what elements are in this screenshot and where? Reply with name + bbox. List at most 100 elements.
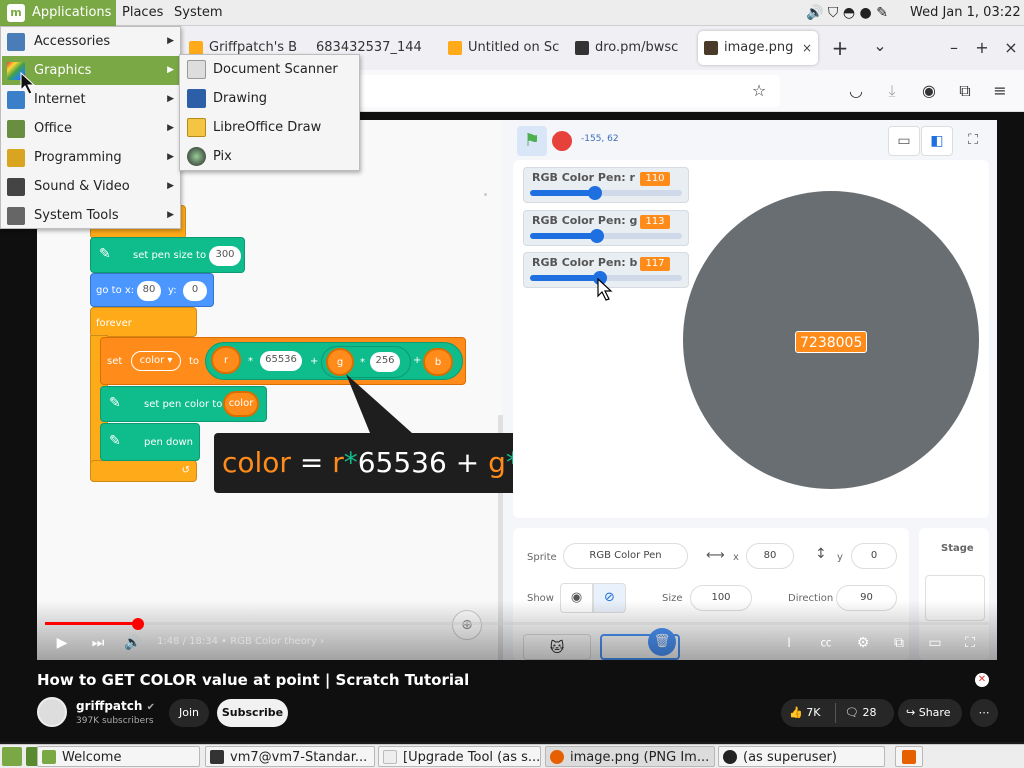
settings-gear-icon[interactable]: ⚙ <box>851 631 875 655</box>
menu-item-programming[interactable]: Programming ▶ <box>2 143 180 172</box>
shield-icon[interactable]: ⛉ <box>828 5 839 21</box>
menu-item-system-tools[interactable]: System Tools ▶ <box>2 201 180 230</box>
like-button[interactable]: 👍 7K <box>789 699 820 727</box>
menu-item-label: LibreOffice Draw <box>213 120 322 135</box>
browser-tab-active[interactable]: image.png × <box>698 31 818 65</box>
applications-menu-button[interactable]: m Applications <box>0 0 116 26</box>
sprite-name-field[interactable]: RGB Color Pen <box>563 543 688 569</box>
menu-item-accessories[interactable]: Accessories ▶ <box>2 27 180 56</box>
stop-icon[interactable] <box>552 131 572 151</box>
large-stage-icon[interactable]: ◧ <box>921 126 953 156</box>
verified-icon: ✔ <box>146 702 155 713</box>
fullscreen-stage-icon[interactable]: ⛶ <box>957 126 989 156</box>
submenu-arrow-icon: ▶ <box>167 94 174 104</box>
code-scroll-dot <box>484 193 487 196</box>
y-field[interactable]: 0 <box>851 543 897 569</box>
block-label: set <box>107 356 123 367</box>
account-icon[interactable]: ◉ <box>917 79 941 103</box>
places-menu[interactable]: Places <box>116 0 169 26</box>
small-stage-icon[interactable]: ▭ <box>888 126 920 156</box>
share-label: Share <box>918 706 951 719</box>
submenu-arrow-icon: ▶ <box>167 36 174 46</box>
play-icon[interactable]: ▶ <box>50 631 74 655</box>
time-display[interactable]: 1:48 / 18:34 • RGB Color theory › <box>157 636 324 647</box>
more-actions-button[interactable]: ⋯ <box>970 699 998 727</box>
show-desktop-icon[interactable] <box>2 747 22 766</box>
submenu-item-libreoffice-draw[interactable]: LibreOffice Draw <box>181 113 359 142</box>
fullscreen-icon[interactable]: ⛶ <box>958 631 982 655</box>
pen-icon: ✎ <box>109 433 121 449</box>
subscribe-button[interactable]: Subscribe <box>217 699 288 727</box>
green-flag-icon[interactable]: ⚑ <box>517 126 547 156</box>
share-button[interactable]: ↪ Share <box>898 699 962 727</box>
submenu-item-drawing[interactable]: Drawing <box>181 84 359 113</box>
x-label: x <box>733 552 739 563</box>
steam-icon[interactable]: ● <box>860 5 872 21</box>
taskbar-item-superuser[interactable]: (as superuser) <box>718 746 885 767</box>
y-label: y <box>837 552 843 563</box>
maximize-button[interactable]: + <box>970 36 994 60</box>
slider-knob[interactable] <box>589 229 604 243</box>
browser-tab[interactable]: dro.pm/bwsc <box>569 31 687 65</box>
volume-icon[interactable]: 🔊 <box>121 631 145 655</box>
monitor-slider[interactable] <box>530 229 682 243</box>
monitor-slider[interactable] <box>530 186 682 200</box>
taskbar-item-firefox[interactable]: image.png (PNG Im... <box>545 746 715 767</box>
x-field[interactable]: 80 <box>746 543 794 569</box>
clock[interactable]: Wed Jan 1, 03:22 <box>910 0 1021 26</box>
tray-area: 🔊 ⛉ ◓ ● ✎ <box>806 4 904 22</box>
comments-button[interactable]: 🗨 28 <box>845 699 876 727</box>
menu-item-office[interactable]: Office ▶ <box>2 114 180 143</box>
channel-name-text: griffpatch <box>76 699 143 713</box>
mouse-coords: -155, 62 <box>581 134 619 144</box>
channel-avatar[interactable] <box>37 697 67 727</box>
network-icon[interactable]: ◓ <box>843 5 855 21</box>
libreoffice-draw-icon <box>187 118 206 137</box>
menu-item-label: Sound & Video <box>34 179 130 194</box>
pocket-icon[interactable]: ◡ <box>844 79 868 103</box>
volume-icon[interactable]: 🔊 <box>806 5 823 21</box>
submenu-item-document-scanner[interactable]: Document Scanner <box>181 55 359 84</box>
tab-list-button[interactable]: ⌄ <box>868 34 892 58</box>
subscriber-count: 397K subscribers <box>76 716 154 726</box>
applications-label: Applications <box>32 5 112 20</box>
join-button[interactable]: Join <box>169 699 209 727</box>
vertical-arrows-icon: ↕ <box>815 546 827 562</box>
value-65536: 65536 <box>260 351 302 371</box>
graphics-submenu: Document Scanner Drawing LibreOffice Dra… <box>179 54 360 171</box>
submenu-item-pix[interactable]: Pix <box>181 142 359 171</box>
channel-name[interactable]: griffpatch ✔ <box>76 699 155 713</box>
close-window-button[interactable]: × <box>999 36 1023 60</box>
bookmark-star-icon[interactable]: ☆ <box>747 79 771 103</box>
slider-knob[interactable] <box>588 186 603 200</box>
progress-scrubber[interactable] <box>131 618 144 630</box>
pen-tray-icon[interactable]: ✎ <box>876 5 888 21</box>
minimize-button[interactable]: – <box>942 36 966 60</box>
menu-item-sound-video[interactable]: Sound & Video ▶ <box>2 172 180 201</box>
extensions-icon[interactable]: ⧉ <box>953 79 977 103</box>
theater-mode-icon[interactable]: ▭ <box>923 631 947 655</box>
miniplayer-icon[interactable]: ⧉ <box>887 631 911 655</box>
next-icon[interactable]: ⏭ <box>86 631 110 655</box>
taskbar-item-upgrade-tool[interactable]: [Upgrade Tool (as s... <box>378 746 541 767</box>
taskbar-item-terminal[interactable]: vm7@vm7-Standar... <box>205 746 375 767</box>
autoplay-toggle-icon[interactable]: ⏽ <box>777 631 801 655</box>
new-tab-button[interactable]: + <box>828 36 852 60</box>
extension-badge-icon[interactable]: ✕ <box>975 673 989 687</box>
tab-favicon-icon <box>575 41 589 55</box>
captions-icon[interactable]: ㏄ <box>814 631 838 655</box>
progress-bar[interactable] <box>45 622 989 625</box>
taskbar-label: (as superuser) <box>743 750 837 765</box>
b-variable: b <box>423 348 453 376</box>
menu-item-label: Office <box>34 121 72 136</box>
browser-tab[interactable]: Untitled on Sc <box>442 31 560 65</box>
callout-symbol: = <box>290 446 333 479</box>
hamburger-menu-icon[interactable]: ≡ <box>988 79 1012 103</box>
system-menu[interactable]: System <box>168 0 228 26</box>
workspace-switcher[interactable] <box>895 746 923 767</box>
value-256: 256 <box>370 352 400 372</box>
taskbar-item-welcome[interactable]: Welcome <box>37 746 200 767</box>
downloads-icon[interactable]: ⤓ <box>880 79 904 103</box>
callout-symbol: + <box>446 446 489 479</box>
close-tab-icon[interactable]: × <box>802 31 812 65</box>
